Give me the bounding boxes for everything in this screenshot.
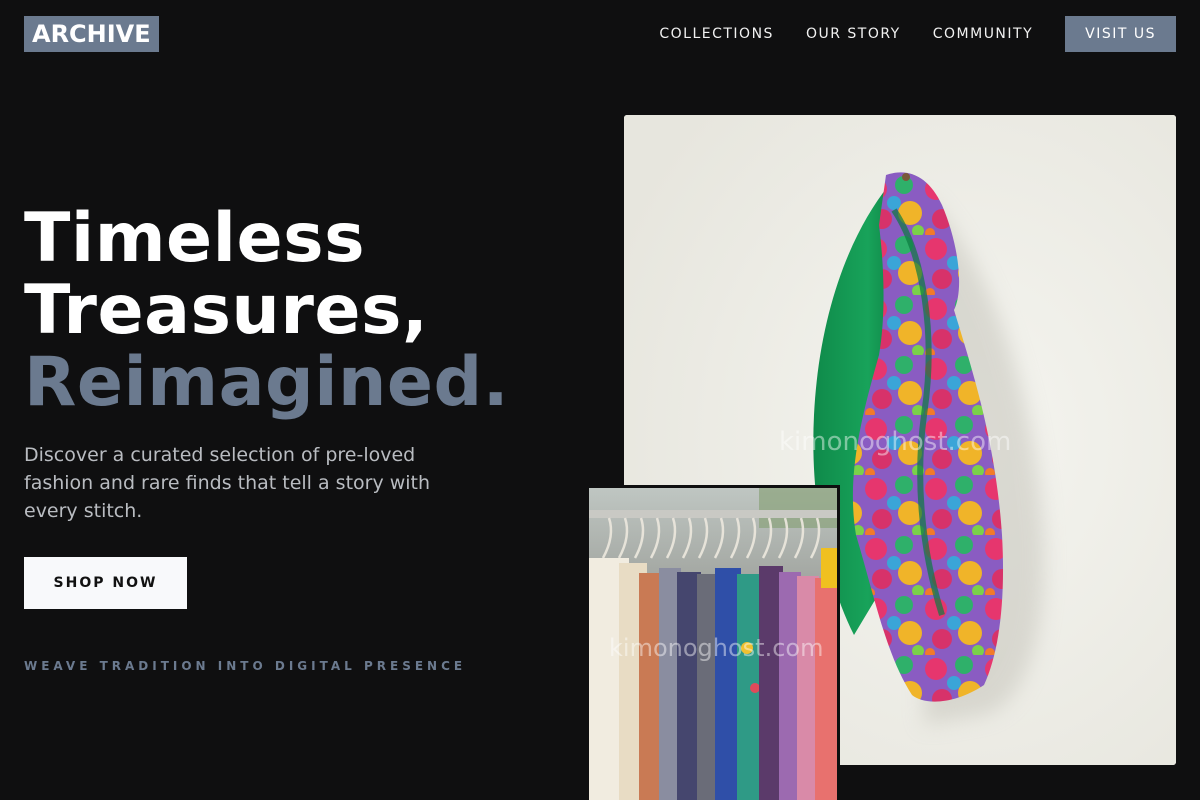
clothing-rack-image: kimonoghost.com bbox=[586, 485, 840, 800]
nav-community[interactable]: COMMUNITY bbox=[933, 16, 1033, 52]
hero-section: Timeless Treasures, Reimagined. Discover… bbox=[24, 203, 584, 609]
shop-now-button[interactable]: SHOP NOW bbox=[24, 557, 187, 609]
hero-title: Timeless Treasures, Reimagined. bbox=[24, 203, 584, 419]
page: ARCHIVE COLLECTIONS OUR STORY COMMUNITY … bbox=[0, 0, 1200, 800]
hero-subtitle: Discover a curated selection of pre-love… bbox=[24, 444, 431, 522]
logo[interactable]: ARCHIVE bbox=[24, 16, 159, 52]
hero-title-line-1: Timeless bbox=[24, 199, 366, 278]
main-nav: COLLECTIONS OUR STORY COMMUNITY VISIT US bbox=[659, 16, 1176, 52]
visit-us-button[interactable]: VISIT US bbox=[1065, 16, 1176, 52]
hero-title-line-2: Treasures, bbox=[24, 271, 429, 350]
hero-title-line-3: Reimagined. bbox=[24, 343, 510, 422]
clothing-rack-illustration bbox=[589, 488, 837, 800]
nav-our-story[interactable]: OUR STORY bbox=[806, 16, 901, 52]
nav-collections[interactable]: COLLECTIONS bbox=[659, 16, 774, 52]
hero-tagline: WEAVE TRADITION INTO DIGITAL PRESENCE bbox=[24, 659, 467, 673]
